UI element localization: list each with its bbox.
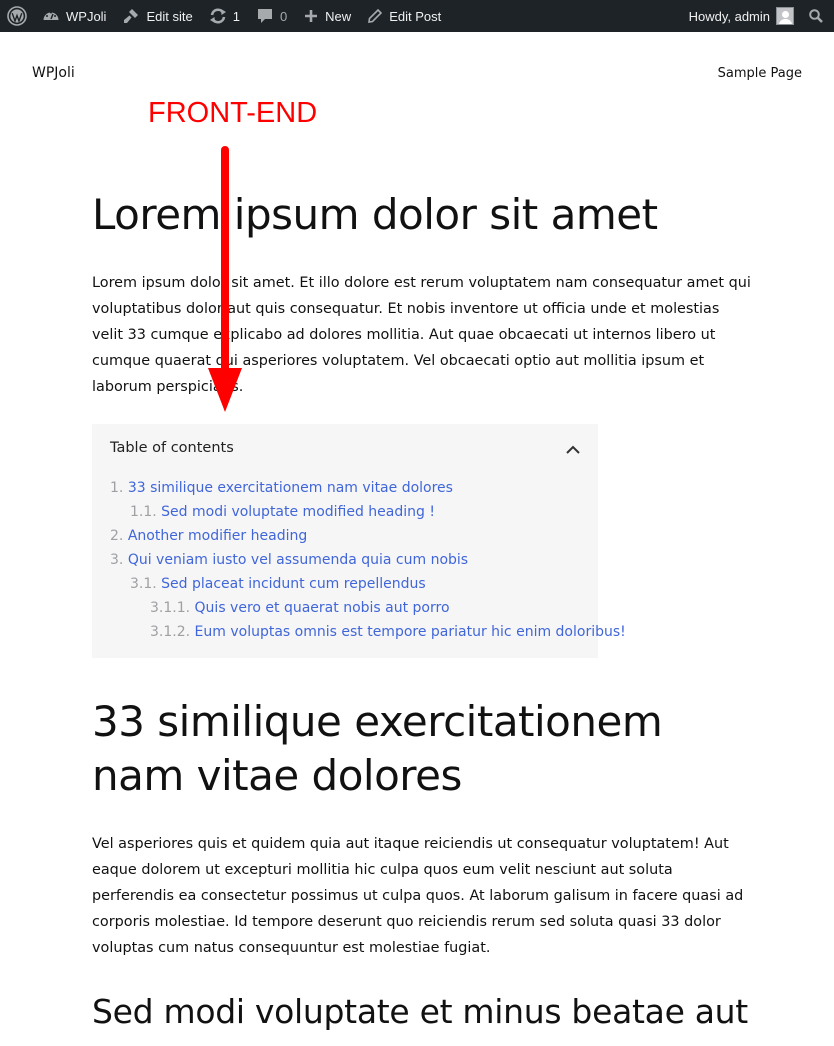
pencil-icon — [368, 8, 383, 23]
new-label: New — [325, 8, 352, 24]
toc-title: Table of contents — [110, 440, 234, 456]
toc-item[interactable]: 3.1. Sed placeat incidunt cum repellendu… — [110, 572, 626, 596]
updates-refresh-icon — [209, 8, 226, 24]
toc-item-number: 2. — [110, 528, 124, 544]
admin-search-button[interactable] — [800, 0, 834, 32]
admin-bar: WPJoli Edit site 1 0 New Edit Post Howdy… — [0, 0, 834, 32]
edit-post-button[interactable]: Edit Post — [359, 0, 449, 32]
section-heading: 33 similique exercitationem nam vitae do… — [92, 697, 663, 800]
toc-item-number: 3.1.1. — [150, 600, 191, 616]
updates-count: 1 — [232, 8, 240, 24]
toc-item-link[interactable]: Another modifier heading — [128, 528, 307, 544]
toc-item-number: 1.1. — [130, 504, 157, 520]
comments-count: 0 — [279, 8, 288, 24]
sub-heading: Sed modi voluptate et minus beatae aut — [92, 992, 748, 1031]
toc-item-number: 1. — [110, 480, 124, 496]
wordpress-menu-button[interactable] — [0, 0, 34, 32]
toc-item-number: 3. — [110, 552, 124, 568]
toc-item-number: 3.1. — [130, 576, 157, 592]
comment-bubble-icon — [257, 9, 272, 23]
toc-item-link[interactable]: Sed placeat incidunt cum repellendus — [161, 576, 425, 592]
toc-item[interactable]: 3. Qui veniam iusto vel assumenda quia c… — [110, 548, 626, 572]
toc-item-link[interactable]: Sed modi voluptate modified heading ! — [161, 504, 435, 520]
toc-item-link[interactable]: 33 similique exercitationem nam vitae do… — [128, 480, 453, 496]
site-title-link[interactable]: WPJoli — [32, 65, 75, 81]
toc-collapse-button[interactable] — [562, 439, 584, 461]
new-content-button[interactable]: New — [295, 0, 359, 32]
howdy-label: Howdy, admin — [688, 8, 770, 24]
edit-site-label: Edit site — [146, 8, 193, 24]
annotation-arrow-icon — [208, 146, 242, 412]
user-avatar-icon — [776, 7, 794, 25]
plus-icon — [305, 10, 318, 22]
intro-paragraph: Lorem ipsum dolor sit amet. Et illo dolo… — [92, 275, 751, 395]
post-title: Lorem ipsum dolor sit amet — [92, 190, 658, 239]
site-name-button[interactable]: WPJoli — [34, 0, 114, 32]
toc-item-link[interactable]: Eum voluptas omnis est tempore pariatur … — [195, 624, 626, 640]
toc-item-link[interactable]: Qui veniam iusto vel assumenda quia cum … — [128, 552, 468, 568]
edit-post-label: Edit Post — [389, 8, 442, 24]
search-icon — [809, 9, 823, 23]
toc-item-link[interactable]: Quis vero et quaerat nobis aut porro — [195, 600, 450, 616]
comments-button[interactable]: 0 — [248, 0, 295, 32]
paintbrush-icon — [124, 9, 139, 23]
my-account-button[interactable]: Howdy, admin — [681, 0, 800, 32]
toc-item[interactable]: 2. Another modifier heading — [110, 524, 626, 548]
edit-site-button[interactable]: Edit site — [114, 0, 200, 32]
dashboard-gauge-icon — [43, 11, 59, 20]
toc-item[interactable]: 3.1.1. Quis vero et quaerat nobis aut po… — [110, 596, 626, 620]
section-paragraph: Vel asperiores quis et quidem quia aut i… — [92, 836, 744, 956]
wordpress-logo-icon — [7, 6, 27, 26]
site-name-label: WPJoli — [66, 8, 107, 24]
table-of-contents: Table of contents 1. 33 similique exerci… — [92, 424, 626, 658]
chevron-up-icon — [566, 445, 580, 454]
front-end-annotation-label: FRONT-END — [148, 97, 318, 129]
admin-bar-left: WPJoli Edit site 1 0 New Edit Post — [0, 0, 449, 32]
toc-item[interactable]: 3.1.2. Eum voluptas omnis est tempore pa… — [110, 620, 626, 644]
updates-button[interactable]: 1 — [201, 0, 248, 32]
toc-item-number: 3.1.2. — [150, 624, 191, 640]
admin-bar-right: Howdy, admin — [681, 0, 834, 32]
toc-item[interactable]: 1.1. Sed modi voluptate modified heading… — [110, 500, 626, 524]
nav-item-sample-page[interactable]: Sample Page — [718, 66, 802, 81]
toc-item[interactable]: 1. 33 similique exercitationem nam vitae… — [110, 476, 626, 500]
toc-list: 1. 33 similique exercitationem nam vitae… — [110, 476, 626, 644]
